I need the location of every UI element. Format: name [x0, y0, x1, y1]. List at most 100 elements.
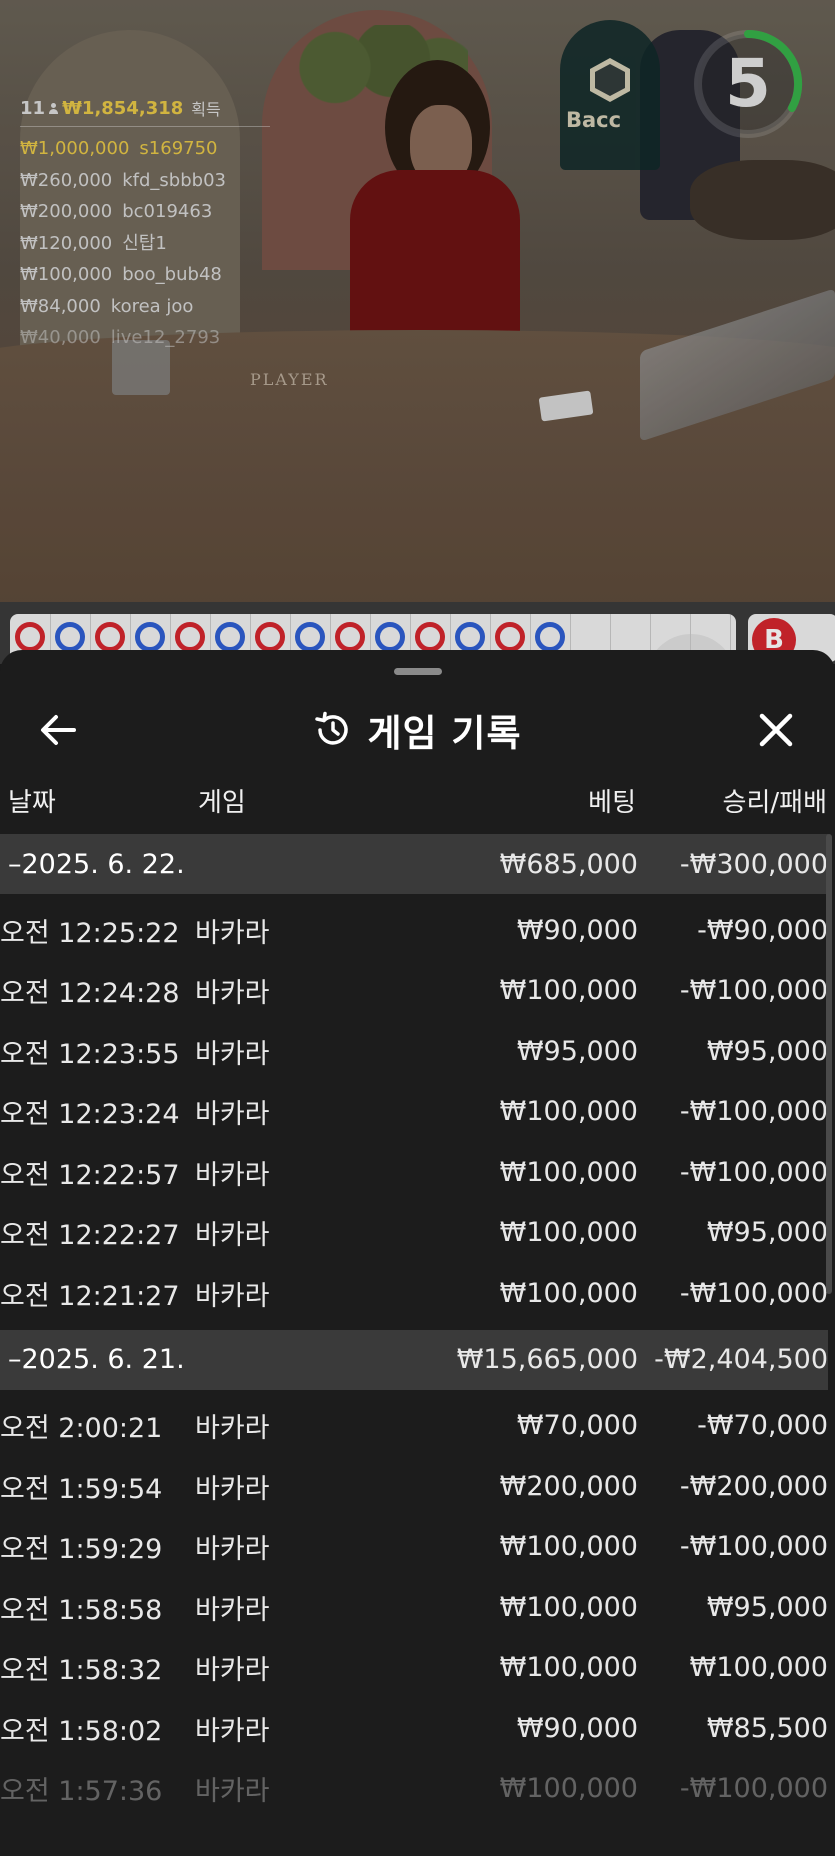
row-game: 바카라 [195, 1038, 270, 1070]
timer-value: 5 [725, 45, 771, 122]
leaderboard-row: ₩1,000,000 s169750 [20, 133, 270, 165]
row-spacer [0, 1819, 828, 1825]
close-icon [759, 713, 793, 747]
group-total-bet: ₩685,000 [390, 834, 638, 894]
history-row[interactable]: 오전 12:23:55 바카라 ₩95,000 ₩95,000 [0, 1021, 828, 1082]
live-video: PLAYER 11 ₩1,854,318 획득 ₩1,000,000 s16975… [0, 0, 835, 602]
player-bead [135, 622, 165, 652]
row-game: 바카라 [195, 1594, 270, 1626]
player-name: live12_2793 [110, 327, 221, 348]
win-amount: ₩200,000 [20, 201, 113, 222]
history-row[interactable]: 오전 1:57:36 바카라 ₩100,000 -₩100,000 [0, 1759, 828, 1820]
row-time: 오전 12:22:27 [0, 1220, 180, 1252]
winners-leaderboard: 11 ₩1,854,318 획득 ₩1,000,000 s169750 ₩260,0… [20, 96, 270, 354]
title-wrap: 게임 기록 [0, 690, 835, 770]
history-row[interactable]: 오전 1:58:32 바카라 ₩100,000 ₩100,000 [0, 1638, 828, 1699]
row-result: ₩100,000 [689, 1652, 828, 1684]
row-result: -₩100,000 [679, 1773, 828, 1805]
sheet-title: 게임 기록 [367, 712, 522, 755]
leaderboard-rows: ₩1,000,000 s169750 ₩260,000 kfd_sbbb03 ₩200,… [20, 133, 270, 354]
row-time: 오전 2:00:21 [0, 1413, 163, 1445]
player-name: kfd_sbbb03 [122, 169, 226, 191]
row-result: -₩100,000 [679, 1277, 828, 1309]
row-game: 바카라 [195, 1655, 270, 1687]
history-row[interactable]: 오전 12:22:57 바카라 ₩100,000 -₩100,000 [0, 1142, 828, 1203]
row-time: 오전 12:23:24 [0, 1099, 180, 1131]
player-name: s169750 [139, 138, 218, 159]
row-bet: ₩100,000 [499, 1217, 638, 1249]
back-button[interactable] [36, 708, 80, 752]
leaderboard-row: ₩84,000 korea joo [20, 291, 270, 323]
column-bet: 베팅 [588, 788, 636, 818]
leaderboard-row: ₩100,000 boo_bub48 [20, 259, 270, 291]
player-bead [295, 622, 325, 652]
banker-bead [255, 622, 285, 652]
player-area-label: PLAYER [250, 370, 329, 389]
baccarat-logo-icon [590, 58, 630, 102]
player-bead [535, 622, 565, 652]
player-bead [375, 622, 405, 652]
table-badge: Bacc [560, 20, 660, 170]
date-group-row[interactable]: –2025. 6. 21. ₩15,665,000 -₩2,404,500 [0, 1329, 828, 1390]
row-bet: ₩100,000 [499, 1156, 638, 1188]
win-amount: ₩1,000,000 [20, 138, 130, 159]
row-game: 바카라 [195, 1534, 270, 1566]
scrollbar[interactable] [826, 834, 832, 1294]
row-game: 바카라 [195, 1220, 270, 1252]
group-total-result: -₩2,404,500 [638, 1329, 828, 1390]
history-row[interactable]: 오전 1:59:54 바카라 ₩200,000 -₩200,000 [0, 1456, 828, 1517]
row-time: 오전 12:24:28 [0, 978, 180, 1010]
history-row[interactable]: 오전 12:25:22 바카라 ₩90,000 -₩90,000 [0, 900, 828, 961]
row-bet: ₩100,000 [499, 1096, 638, 1128]
row-game: 바카라 [195, 1159, 270, 1191]
history-table: –2025. 6. 22. ₩685,000 -₩300,000 오전 12:25:2… [0, 834, 828, 1825]
row-time: 오전 1:58:32 [0, 1655, 163, 1687]
banker-bead [495, 622, 525, 652]
player-name: 신탑1 [122, 232, 167, 254]
close-button[interactable] [754, 708, 798, 752]
column-result: 승리/패배 [722, 788, 827, 818]
date-group-row[interactable]: –2025. 6. 22. ₩685,000 -₩300,000 [0, 834, 828, 894]
history-row[interactable]: 오전 12:21:27 바카라 ₩100,000 -₩100,000 [0, 1263, 828, 1324]
row-game: 바카라 [195, 917, 270, 949]
group-total-result: -₩300,000 [638, 834, 828, 894]
row-bet: ₩95,000 [516, 1035, 638, 1067]
game-history-sheet: 게임 기록 날짜 게임 베팅 승리/패배 –2025. 6. 22. ₩685,0… [0, 650, 835, 1856]
row-time: 오전 1:59:54 [0, 1473, 163, 1505]
player-name: boo_bub48 [122, 264, 222, 285]
player-name: korea joo [110, 295, 194, 317]
row-bet: ₩70,000 [516, 1410, 638, 1442]
player-bead [215, 622, 245, 652]
leaderboard-row: ₩40,000 live12_2793 [20, 322, 270, 354]
history-row[interactable]: 오전 1:58:02 바카라 ₩90,000 ₩85,500 [0, 1698, 828, 1759]
row-time: 오전 12:25:22 [0, 917, 180, 949]
row-time: 오전 1:57:36 [0, 1776, 163, 1808]
row-time: 오전 1:58:02 [0, 1715, 163, 1747]
win-amount: ₩84,000 [20, 295, 101, 317]
win-amount: ₩100,000 [20, 264, 113, 285]
row-time: 오전 12:23:55 [0, 1038, 180, 1070]
win-amount: ₩260,000 [20, 169, 113, 191]
row-bet: ₩100,000 [499, 1773, 638, 1805]
player-count: 11 [20, 97, 46, 119]
row-time: 오전 12:21:27 [0, 1280, 180, 1312]
sheet-grabber[interactable] [394, 668, 442, 675]
sheet-header: 게임 기록 [0, 690, 835, 770]
player-bead [455, 622, 485, 652]
history-row[interactable]: 오전 1:58:58 바카라 ₩100,000 ₩95,000 [0, 1577, 828, 1638]
row-result: -₩100,000 [679, 1156, 828, 1188]
row-bet: ₩100,000 [499, 975, 638, 1007]
row-bet: ₩100,000 [499, 1652, 638, 1684]
row-result: ₩85,500 [706, 1712, 828, 1744]
history-row[interactable]: 오전 2:00:21 바카라 ₩70,000 -₩70,000 [0, 1396, 828, 1457]
history-row[interactable]: 오전 1:59:29 바카라 ₩100,000 -₩100,000 [0, 1517, 828, 1578]
background-table [690, 160, 835, 240]
row-game: 바카라 [195, 1280, 270, 1312]
history-row[interactable]: 오전 12:23:24 바카라 ₩100,000 -₩100,000 [0, 1082, 828, 1143]
win-amount: ₩120,000 [20, 232, 113, 254]
row-time: 오전 12:22:57 [0, 1159, 180, 1191]
row-result: -₩70,000 [697, 1410, 828, 1442]
row-result: ₩95,000 [706, 1591, 828, 1623]
history-row[interactable]: 오전 12:24:28 바카라 ₩100,000 -₩100,000 [0, 961, 828, 1022]
history-row[interactable]: 오전 12:22:27 바카라 ₩100,000 ₩95,000 [0, 1203, 828, 1264]
